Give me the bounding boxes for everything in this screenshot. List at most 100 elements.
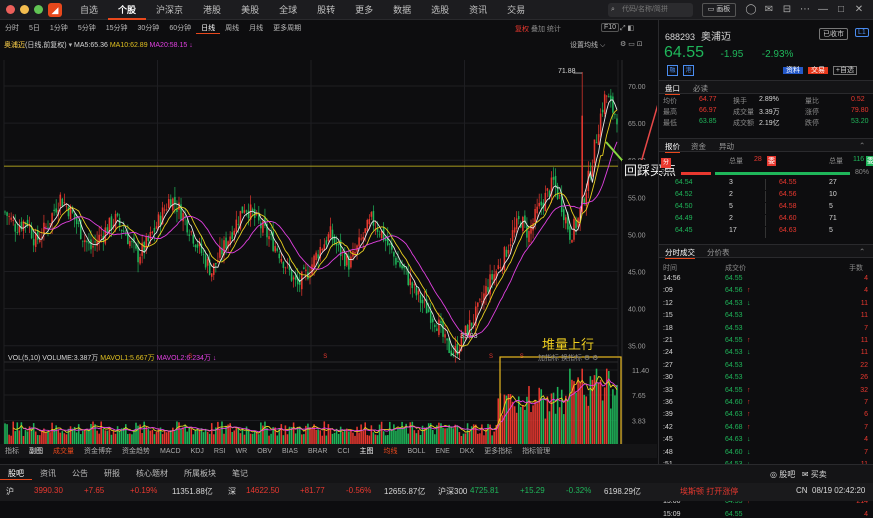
bottom-tab-3[interactable]: 研报 — [96, 468, 128, 479]
bottom-tab-2[interactable]: 公告 — [64, 468, 96, 479]
period-6[interactable]: 60分钟 — [164, 23, 196, 33]
nav-item-2[interactable]: 沪深京 — [146, 0, 193, 20]
indicator-7[interactable]: RSI — [209, 448, 231, 455]
set-ma-button[interactable]: 设置均线 ⌵ — [570, 40, 605, 50]
minimize-window-button[interactable] — [20, 5, 29, 14]
tab-baojia[interactable]: 报价 — [665, 141, 680, 153]
maximize-icon[interactable]: □ — [834, 3, 848, 17]
bottom-tab-1[interactable]: 资讯 — [32, 468, 64, 479]
nav-item-3[interactable]: 港股 — [193, 0, 231, 20]
nav-item-5[interactable]: 全球 — [269, 0, 307, 20]
tick-time: 15:09 — [663, 510, 681, 518]
period-9[interactable]: 月线 — [244, 23, 268, 33]
chart-window-icons[interactable]: ⚙ ▭ ⊡ — [620, 40, 643, 48]
search-input[interactable]: ⌕ 代码/名称/简拼 — [608, 3, 693, 17]
hk-connect-tag[interactable]: 港 — [682, 65, 694, 76]
indicator-11[interactable]: BRAR — [303, 448, 332, 455]
period-8[interactable]: 周线 — [220, 23, 244, 33]
nav-item-6[interactable]: 股转 — [307, 0, 345, 20]
tab-ticks[interactable]: 分时成交 — [665, 247, 695, 259]
nav-item-0[interactable]: 自选 — [70, 0, 108, 20]
margin-tag[interactable]: 融 — [667, 65, 678, 76]
tab-yidong[interactable]: 异动 — [719, 141, 734, 152]
indicator-10[interactable]: BIAS — [277, 448, 303, 455]
vol-legend: VOL(5,10) VOLUME:3.387万 MAVOL1:5.667万 MA… — [8, 355, 217, 362]
user-icon[interactable]: ◯ — [744, 3, 758, 17]
vol-tick-label: 3.83 — [632, 418, 646, 425]
indicator-19[interactable]: 指标管理 — [517, 446, 555, 456]
indicator-1[interactable]: 副图 — [24, 446, 48, 456]
indicator-17[interactable]: DKX — [455, 448, 479, 455]
more-icon[interactable]: ⋯ — [798, 3, 812, 17]
mail-icon[interactable]: ⊟ — [780, 3, 794, 17]
mavol2-line — [23, 378, 618, 433]
minimize-icon[interactable]: — — [816, 3, 830, 17]
add-watchlist-button[interactable]: +自选 — [832, 66, 857, 75]
message-icon[interactable]: ✉ — [762, 3, 776, 17]
bottom-tab-4[interactable]: 核心题材 — [128, 468, 176, 479]
indicator-9[interactable]: OBV — [252, 448, 277, 455]
board-button[interactable]: ▭ 画板 — [702, 3, 736, 17]
nav-item-4[interactable]: 美股 — [231, 0, 269, 20]
period-7[interactable]: 日线 — [196, 23, 221, 34]
close-window-button[interactable] — [6, 5, 15, 14]
vol-tools[interactable]: 加指标 换指标 ⚙ ⚙ — [538, 353, 598, 363]
profile-button[interactable]: 资料 — [783, 67, 803, 74]
tab-bidu[interactable]: 必读 — [693, 83, 708, 94]
volume-bar — [94, 424, 96, 446]
bottom-right-buttons[interactable]: ◎ 股吧 ✉ 买卖 — [770, 469, 827, 480]
level-badge[interactable]: L1 — [855, 28, 869, 37]
f10-button[interactable]: F10 — [601, 23, 620, 32]
period-0[interactable]: 分时 — [0, 23, 24, 33]
collapse-icon[interactable]: ⌃ — [859, 141, 865, 150]
indicator-2[interactable]: 成交量 — [48, 446, 79, 456]
nav-item-8[interactable]: 数据 — [383, 0, 421, 20]
trade-button[interactable]: 交易 — [807, 67, 828, 74]
candle-body — [417, 290, 420, 295]
tab-zijin[interactable]: 资金 — [691, 141, 706, 152]
bottom-tab-0[interactable]: 股吧 — [0, 468, 32, 480]
nav-item-11[interactable]: 交易 — [497, 0, 535, 20]
period-1[interactable]: 5日 — [24, 23, 45, 33]
tab-pankou[interactable]: 盘口 — [665, 83, 680, 95]
indicator-15[interactable]: BOLL — [402, 448, 430, 455]
period-3[interactable]: 5分钟 — [73, 23, 101, 33]
candle-body — [595, 142, 598, 144]
zoom-window-button[interactable] — [34, 5, 43, 14]
nav-item-1[interactable]: 个股 — [108, 0, 147, 20]
indicator-0[interactable]: 指标 — [0, 446, 24, 456]
nav-item-9[interactable]: 选股 — [421, 0, 459, 20]
close-icon[interactable]: ✕ — [852, 3, 866, 17]
price-chart[interactable]: 70.0065.0060.0055.0050.0045.0040.0035.00… — [0, 20, 657, 468]
fq-select[interactable]: 复权 叠加 统计 — [515, 24, 561, 34]
indicator-18[interactable]: 更多指标 — [479, 446, 517, 456]
period-5[interactable]: 30分钟 — [133, 23, 165, 33]
indicator-6[interactable]: KDJ — [186, 448, 209, 455]
tick-time: :24 — [663, 349, 673, 357]
indicator-5[interactable]: MACD — [155, 448, 186, 455]
candle-body — [94, 241, 96, 243]
news-ticker[interactable]: 埃斯顿 打开涨停 — [680, 486, 738, 497]
indicator-14[interactable]: 均线 — [378, 446, 402, 456]
chart-tool-icons[interactable]: ⤢ ◧ — [620, 24, 634, 33]
volume-bar — [536, 403, 538, 446]
indicator-13[interactable]: 主图 — [354, 446, 378, 456]
bottom-tab-5[interactable]: 所属板块 — [176, 468, 224, 479]
nav-item-7[interactable]: 更多 — [345, 0, 383, 20]
indicator-16[interactable]: ENE — [430, 448, 454, 455]
period-10[interactable]: 更多周期 — [268, 23, 306, 33]
indicator-3[interactable]: 资金博弈 — [79, 446, 117, 456]
indicator-4[interactable]: 资金趋势 — [117, 446, 155, 456]
period-4[interactable]: 15分钟 — [101, 23, 133, 33]
tab-price-table[interactable]: 分价表 — [707, 247, 730, 258]
period-2[interactable]: 1分钟 — [45, 23, 73, 33]
indicator-12[interactable]: CCI — [332, 448, 354, 455]
candle-body — [65, 205, 68, 207]
bottom-tab-6[interactable]: 笔记 — [224, 468, 256, 479]
nav-item-10[interactable]: 资讯 — [459, 0, 497, 20]
indicator-8[interactable]: WR — [231, 448, 253, 455]
chart-area[interactable]: 70.0065.0060.0055.0050.0045.0040.0035.00… — [0, 20, 657, 468]
candle-body — [84, 240, 86, 243]
collapse-icon-2[interactable]: ⌃ — [859, 247, 865, 256]
candle-body — [440, 320, 442, 324]
